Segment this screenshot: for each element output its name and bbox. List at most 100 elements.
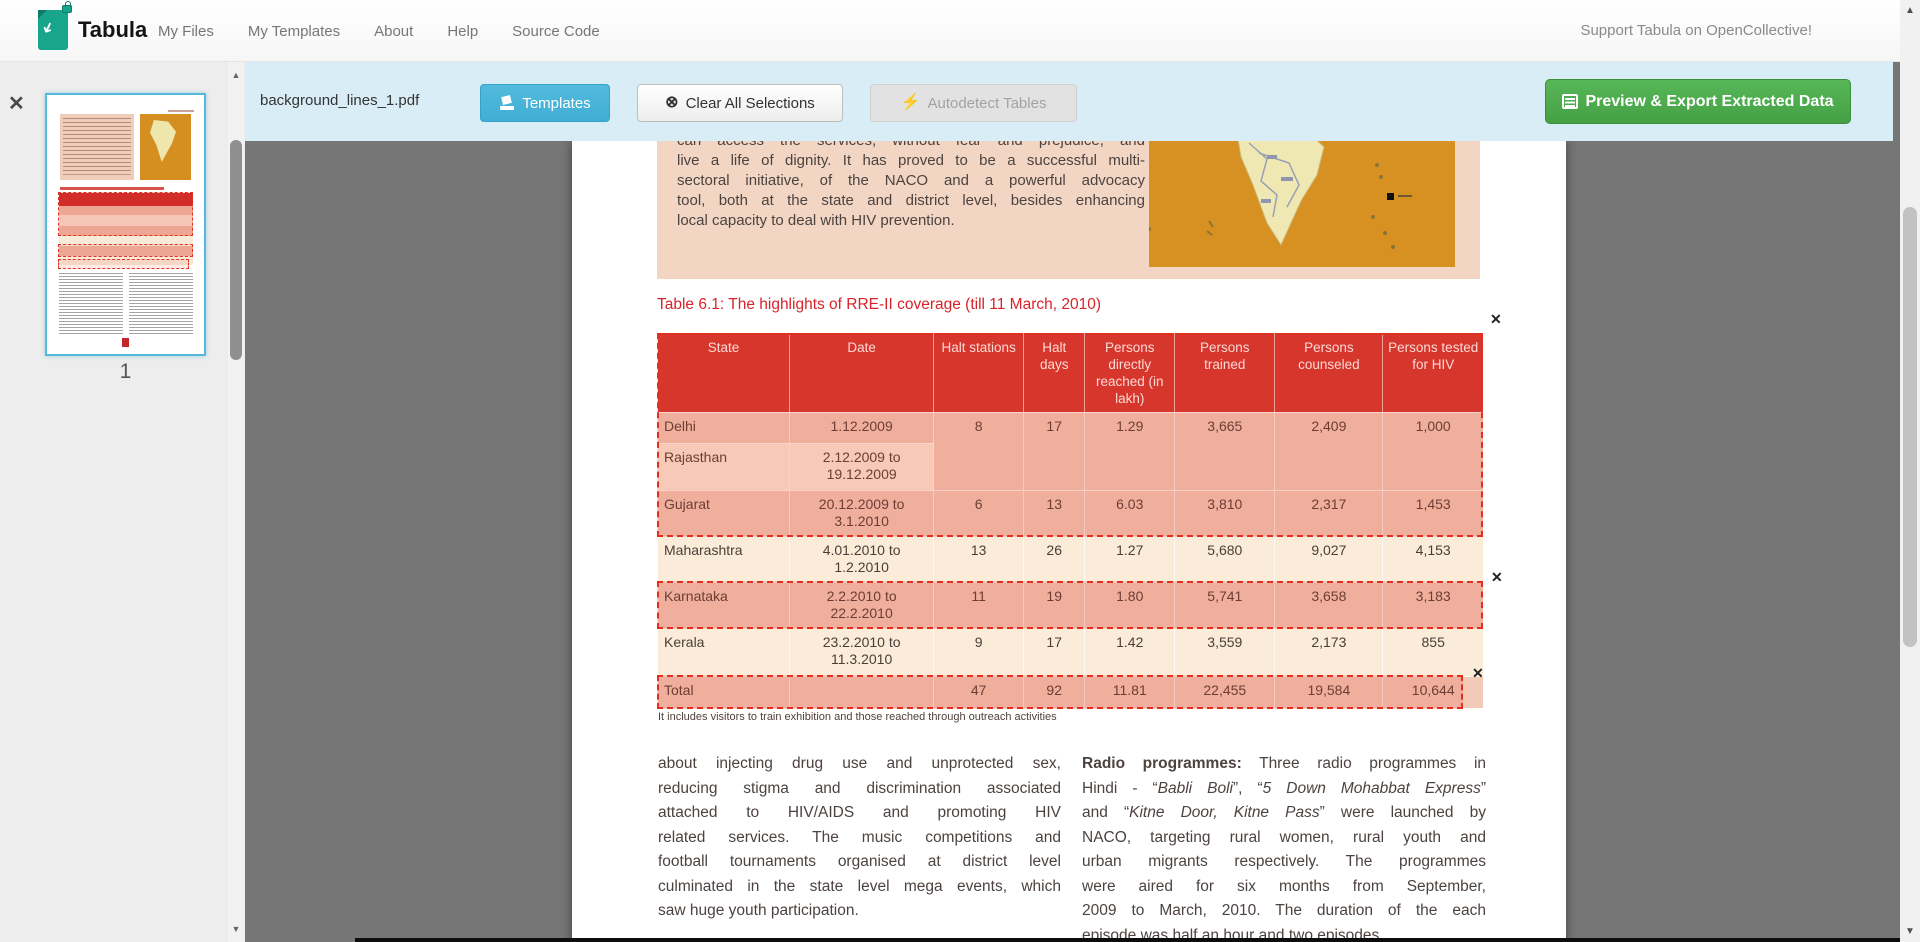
intro-paragraph: can access the services, without fear an… [677,141,1145,231]
page-thumbnail[interactable] [45,93,206,356]
bolt-icon: ⚡ [901,95,921,111]
text-line: can access the services, without fear an… [677,141,1145,151]
lock-icon [62,5,72,13]
table-cell: 4,153 [1383,536,1483,582]
table-cell: 17 [1024,628,1085,676]
left-text-column: about injecting drug use and unprotected… [658,752,1061,924]
window-scrollbar-thumb[interactable] [1903,207,1917,647]
templates-label: Templates [522,95,590,112]
table-cell: Kerala [658,628,790,676]
text-line: about injecting drug use and unprotected… [658,752,1061,777]
thumb-selection-box [58,259,189,269]
thumb-map [140,114,191,180]
thumbnail-page-number: 1 [45,360,206,384]
clear-label: Clear All Selections [686,95,815,112]
autodetect-tables-button[interactable]: ⚡ Autodetect Tables [870,84,1077,122]
thumb-selection-box [58,192,193,236]
table-cell: 5,680 [1175,536,1275,582]
navbar: Tabula My Files My Templates About Help … [0,0,1900,62]
table-cell: 4.01.2010 to 1.2.2010 [790,536,934,582]
thumb-report-header [168,110,194,112]
text-line: sectoral initiative, of the NACO and a p… [677,171,1145,191]
table-cell: 1.27 [1085,536,1175,582]
toolbar-gutter [1893,62,1900,141]
pdf-page[interactable]: can access the services, without fear an… [572,141,1566,942]
templates-icon [499,96,515,110]
text-line: related services. The music competitions… [658,826,1061,851]
text-line: Hindi - “Babli Boli”, “5 Down Mohabbat E… [1082,777,1486,802]
selection-box[interactable]: ✕ [657,675,1463,709]
nav-item-my-files[interactable]: My Files [158,23,214,40]
text-line: football tournaments organised at distri… [658,850,1061,875]
table-cell: 1.42 [1085,628,1175,676]
remove-selection-icon[interactable]: ✕ [1490,312,1502,326]
nav-item-source-code[interactable]: Source Code [512,23,600,40]
autodetect-label: Autodetect Tables [927,95,1046,112]
text-line: NACO, targeting rural women, rural youth… [1082,826,1486,851]
document-filename: background_lines_1.pdf [260,92,419,109]
right-text-column: Radio programmes: Three radio programmes… [1082,752,1486,942]
tabula-logo-icon [38,10,68,50]
thumb-text-column [59,273,123,335]
india-map-image [1149,141,1455,267]
text-line: culminated in the state level mega event… [658,875,1061,900]
nav-item-my-templates[interactable]: My Templates [248,23,340,40]
preview-export-button[interactable]: Preview & Export Extracted Data [1545,79,1851,124]
text-line: local capacity to deal with HIV preventi… [677,211,1145,231]
text-line: attached to HIV/AIDS and promoting HIV [658,801,1061,826]
thumb-page-badge [122,338,129,347]
table-row: Maharashtra4.01.2010 to 1.2.201013261.27… [658,536,1484,582]
intro-text-box: can access the services, without fear an… [657,141,1480,279]
clear-icon: ⊗ [665,95,678,111]
scroll-up-icon[interactable]: ▲ [1900,5,1920,16]
table-cell: 2,173 [1275,628,1383,676]
table-caption: Table 6.1: The highlights of RRE-II cove… [657,296,1101,314]
text-line: reducing stigma and discrimination assoc… [658,777,1061,802]
thumb-table [59,193,193,263]
scroll-down-icon[interactable]: ▼ [228,924,244,934]
pdf-viewer: can access the services, without fear an… [245,141,1900,942]
remove-selection-icon[interactable]: ✕ [1472,666,1484,680]
text-line: urban migrants respectively. The program… [1082,850,1486,875]
remove-page-icon[interactable]: ✕ [8,94,25,114]
remove-selection-icon[interactable]: ✕ [1491,570,1503,584]
thumb-table-title [60,187,164,190]
scroll-up-icon[interactable]: ▲ [228,70,244,80]
table-row: Kerala23.2.2010 to 11.3.20109171.423,559… [658,628,1484,676]
clear-all-selections-button[interactable]: ⊗ Clear All Selections [637,84,843,122]
sidebar-scrollbar[interactable]: ▲ ▼ [228,62,244,942]
brand-name: Tabula [78,17,147,43]
nav-item-about[interactable]: About [374,23,413,40]
table-cell: 26 [1024,536,1085,582]
table-cell: 9 [934,628,1024,676]
table-footnote: It includes visitors to train exhibition… [658,711,1057,723]
text-line: were aired for six months from September… [1082,875,1486,900]
sidebar-scrollbar-thumb[interactable] [230,140,242,360]
page-thumbnail-sidebar: ✕ 1 ▲ ▼ [0,62,245,942]
text-line: live a life of dignity. It has proved to… [677,151,1145,171]
table-cell: 3,559 [1175,628,1275,676]
window-scrollbar[interactable]: ▲ ▼ [1900,0,1920,942]
brand[interactable]: Tabula [38,10,147,50]
nav-links: My Files My Templates About Help Source … [158,0,600,62]
table-cell: 855 [1383,628,1483,676]
text-line: 2009 to March, 2010. The duration of the… [1082,899,1486,924]
selection-box[interactable]: ✕ [657,581,1483,629]
screen-edge-artifact [355,938,1900,942]
table-cell: 13 [934,536,1024,582]
thumb-intro-block [60,114,134,180]
table-cell: 9,027 [1275,536,1383,582]
table-cell: Maharashtra [658,536,790,582]
export-table-icon [1562,94,1578,109]
table-cell: 23.2.2010 to 11.3.2010 [790,628,934,676]
export-label: Preview & Export Extracted Data [1585,93,1833,111]
support-link[interactable]: Support Tabula on OpenCollective! [1580,22,1812,39]
thumb-selection-box [58,244,193,257]
text-line: saw huge youth participation. [658,899,1061,924]
templates-button[interactable]: Templates [480,84,610,122]
scroll-down-icon[interactable]: ▼ [1900,926,1920,937]
toolbar: background_lines_1.pdf Templates ⊗ Clear… [245,62,1893,141]
thumb-text-column [129,273,193,335]
nav-item-help[interactable]: Help [447,23,478,40]
selection-box[interactable]: ✕ [657,333,1483,537]
